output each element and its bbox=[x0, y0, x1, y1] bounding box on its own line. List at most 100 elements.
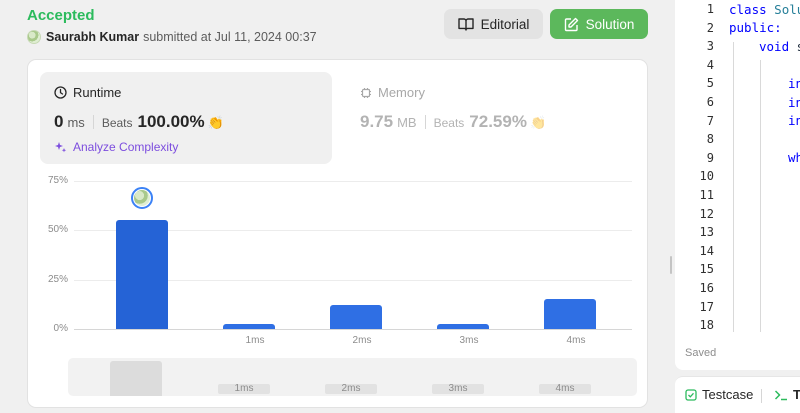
line-number: 8 bbox=[706, 132, 714, 147]
indent-guide bbox=[760, 60, 761, 332]
indent-guide bbox=[733, 42, 734, 332]
memory-unit: MB bbox=[397, 115, 417, 130]
terminal-icon bbox=[774, 389, 787, 400]
runtime-title-label: Runtime bbox=[73, 85, 122, 100]
divider bbox=[424, 115, 426, 129]
y-tick-label: 75% bbox=[47, 175, 68, 186]
runtime-value: 0 bbox=[54, 112, 64, 131]
editorial-button[interactable]: Editorial bbox=[444, 9, 543, 39]
line-number: 7 bbox=[706, 113, 714, 128]
line-number: 6 bbox=[706, 95, 714, 109]
memory-title-label: Memory bbox=[378, 85, 425, 100]
code-line-3: void s bbox=[759, 39, 800, 54]
scroller-highlight-window[interactable] bbox=[110, 361, 162, 396]
scroller-tick-label: 4ms bbox=[539, 384, 591, 394]
save-status: Saved bbox=[685, 347, 717, 359]
class-name: Solu bbox=[774, 2, 800, 17]
runtime-stats: 0 ms Beats 100.00% 👏 bbox=[54, 112, 224, 132]
y-tick-label: 25% bbox=[47, 273, 68, 285]
solution-label: Solution bbox=[585, 16, 635, 32]
clock-icon bbox=[54, 86, 67, 99]
avatar bbox=[134, 190, 150, 207]
line-number: 10 bbox=[699, 169, 714, 184]
scroller-tick-label: 1ms bbox=[218, 384, 270, 394]
line-number: 1 bbox=[706, 2, 714, 16]
author-avatar[interactable] bbox=[27, 30, 41, 44]
checkbox-icon bbox=[685, 388, 697, 401]
divider bbox=[92, 115, 94, 129]
chart-bar[interactable] bbox=[330, 305, 382, 329]
tab-testcase-label: Testcase bbox=[702, 387, 754, 402]
solution-button[interactable]: Solution bbox=[550, 9, 648, 39]
console-tabs: Testcase T bbox=[675, 376, 800, 413]
tab-testcase[interactable]: Testcase bbox=[685, 387, 753, 402]
line-number: 4 bbox=[706, 57, 714, 72]
line-number: 13 bbox=[699, 225, 714, 240]
resize-grip-icon bbox=[670, 256, 672, 274]
keyword: void bbox=[759, 39, 790, 54]
chart-bar[interactable] bbox=[437, 324, 489, 329]
code-line-6: in bbox=[788, 95, 800, 110]
x-tick-label: 1ms bbox=[245, 335, 265, 346]
clap-icon: 👏 bbox=[529, 115, 547, 130]
memory-value: 9.75 bbox=[360, 112, 394, 131]
chart-bar[interactable] bbox=[116, 220, 168, 329]
function-name: s bbox=[797, 39, 800, 54]
line-number: 2 bbox=[706, 20, 714, 35]
code-line-5: in bbox=[788, 76, 800, 91]
author-name[interactable]: Saurabh Kumar bbox=[46, 30, 139, 44]
memory-title: Memory bbox=[360, 85, 425, 100]
book-open-icon bbox=[457, 18, 474, 31]
submission-meta: Saurabh Kumar submitted at Jul 11, 2024 … bbox=[27, 30, 317, 44]
edit-icon bbox=[564, 17, 578, 31]
runtime-panel[interactable]: Runtime 0 ms Beats 100.00% 👏 Analyze Com… bbox=[40, 72, 332, 164]
line-number: 14 bbox=[699, 243, 714, 258]
code-line-7: in bbox=[788, 113, 800, 128]
line-number: 3 bbox=[706, 39, 714, 54]
code-line-9: wh bbox=[788, 150, 800, 165]
submission-panel: Accepted Saurabh Kumar submitted at Jul … bbox=[0, 0, 667, 413]
runtime-beats-label: Beats bbox=[101, 116, 133, 130]
x-axis-line bbox=[74, 329, 632, 330]
x-tick-label: 3ms bbox=[459, 335, 479, 346]
line-number: 5 bbox=[706, 76, 714, 91]
tab-test-result[interactable]: T bbox=[774, 387, 800, 402]
line-number: 18 bbox=[699, 318, 714, 333]
divider bbox=[761, 389, 762, 403]
memory-stats: 9.75 MB Beats 72.59% 👏 bbox=[360, 112, 546, 132]
line-number: 12 bbox=[699, 206, 714, 221]
runtime-beats-value: 100.00% bbox=[137, 112, 205, 131]
panel-resize-handle[interactable] bbox=[667, 0, 675, 413]
performance-card: Runtime 0 ms Beats 100.00% 👏 Analyze Com… bbox=[27, 59, 648, 408]
line-number: 9 bbox=[706, 150, 714, 165]
memory-beats-label: Beats bbox=[433, 116, 465, 130]
chart-bar[interactable] bbox=[544, 299, 596, 329]
clap-icon: 👏 bbox=[207, 115, 224, 130]
runtime-title: Runtime bbox=[54, 85, 121, 100]
runtime-unit: ms bbox=[67, 115, 85, 130]
memory-panel[interactable]: Memory 9.75 MB Beats 72.59% 👏 bbox=[346, 72, 636, 164]
analyze-complexity-label: Analyze Complexity bbox=[73, 140, 179, 154]
keyword: class bbox=[729, 2, 767, 17]
x-tick-label: 2ms bbox=[352, 335, 372, 346]
line-number: 16 bbox=[699, 281, 714, 295]
line-number: 17 bbox=[699, 299, 714, 314]
chip-icon bbox=[361, 87, 371, 98]
sparkles-icon bbox=[55, 141, 67, 152]
code-line-2: public: bbox=[729, 20, 782, 35]
gridline bbox=[74, 181, 632, 182]
code-line-1: class Solu bbox=[729, 2, 800, 17]
chart-range-scroller[interactable]: 1ms 2ms 3ms 4ms bbox=[68, 358, 637, 396]
y-tick-label: 50% bbox=[47, 224, 68, 236]
editorial-label: Editorial bbox=[480, 16, 530, 32]
memory-beats-value: 72.59% bbox=[469, 112, 527, 131]
your-submission-avatar[interactable] bbox=[131, 187, 153, 210]
x-tick-label: 4ms bbox=[566, 335, 586, 346]
scroller-tick-label: 2ms bbox=[325, 384, 377, 394]
chart-bar[interactable] bbox=[223, 324, 275, 329]
line-number: 11 bbox=[699, 188, 714, 202]
code-editor[interactable]: 123456789101112131415161718 class Solu p… bbox=[675, 0, 800, 370]
analyze-complexity-link[interactable]: Analyze Complexity bbox=[54, 140, 178, 154]
scroller-tick-label: 3ms bbox=[432, 384, 484, 394]
submission-status: Accepted bbox=[27, 7, 95, 24]
